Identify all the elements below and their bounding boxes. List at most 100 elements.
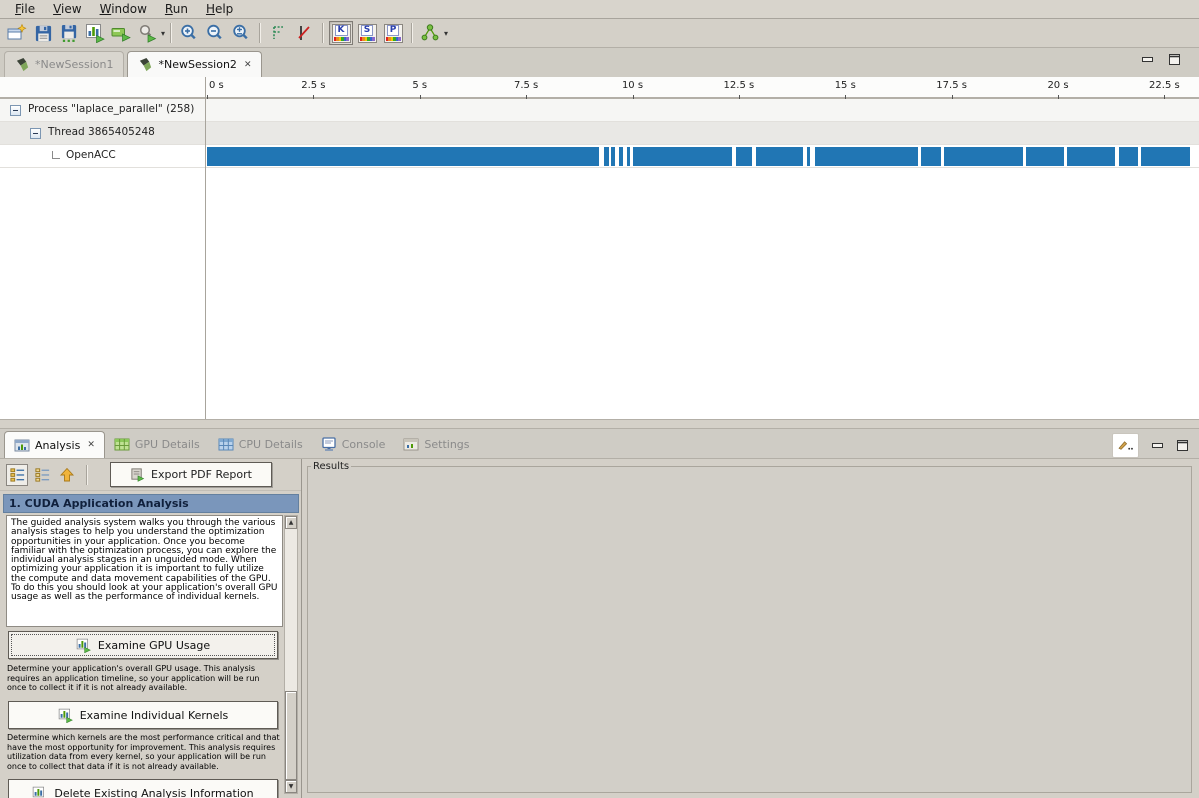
up-stage-arrow-icon[interactable] <box>56 464 78 486</box>
topology-icon[interactable] <box>418 21 442 45</box>
tab-console[interactable]: Console <box>312 431 395 458</box>
openacc-interval-bar[interactable] <box>921 147 941 166</box>
process-row[interactable]: Process "laplace_parallel" (258) <box>0 99 1199 122</box>
menu-file[interactable]: File <box>6 1 44 17</box>
bottom-tab-label: Settings <box>424 438 469 451</box>
close-icon[interactable]: ✕ <box>242 60 252 70</box>
thread-row[interactable]: Thread 3865405248 <box>0 122 1199 145</box>
run-analysis-icon[interactable] <box>109 21 133 45</box>
openacc-timeline-track[interactable] <box>205 145 1199 168</box>
thread-tree-label: Thread 3865405248 <box>48 126 155 138</box>
gpu-details-tab-icon <box>114 437 130 452</box>
collapse-icon[interactable] <box>30 128 41 139</box>
tab-newsession1[interactable]: *NewSession1 <box>4 51 124 77</box>
analysis-tab-icon <box>14 438 30 453</box>
bottom-tab-bar: Analysis ✕ GPU Details CPU Details Conso… <box>0 429 1199 459</box>
individual-kernels-description: Determine which kernels are the most per… <box>7 733 280 771</box>
stage-header: 1. CUDA Application Analysis <box>3 494 299 513</box>
openacc-interval-bar[interactable] <box>944 147 1022 166</box>
stream-mode-s-icon[interactable]: S <box>355 21 379 45</box>
cpu-details-tab-icon <box>218 437 234 452</box>
openacc-interval-bar[interactable] <box>633 147 731 166</box>
maximize-icon[interactable] <box>1168 54 1181 65</box>
openacc-interval-bar[interactable] <box>611 147 615 166</box>
menu-view[interactable]: View <box>44 1 90 17</box>
openacc-interval-bar[interactable] <box>1119 147 1138 166</box>
stage-description-body: The guided analysis system walks you thr… <box>11 518 277 602</box>
menu-bar: File View Window Run Help <box>0 0 1199 19</box>
report-icon <box>130 467 145 482</box>
results-panel: Results <box>302 459 1199 798</box>
openacc-tree-label: OpenACC <box>66 149 116 161</box>
tree-timeline-splitter[interactable] <box>205 77 206 419</box>
menu-window[interactable]: Window <box>91 1 156 17</box>
close-icon[interactable]: ✕ <box>85 440 95 450</box>
minimize-icon[interactable] <box>1151 440 1164 451</box>
results-groupbox: Results <box>307 461 1192 793</box>
openacc-interval-bar[interactable] <box>1026 147 1063 166</box>
topology-dropdown-icon[interactable]: ▾ <box>444 29 448 38</box>
openacc-interval-bar[interactable] <box>815 147 918 166</box>
unguided-analysis-view-icon[interactable] <box>31 464 53 486</box>
tab-analysis[interactable]: Analysis ✕ <box>4 431 105 458</box>
kernel-mode-k-icon[interactable]: K <box>329 21 353 45</box>
toolbar-separator <box>86 465 87 485</box>
new-session-icon[interactable] <box>5 21 29 45</box>
console-tab-icon <box>321 437 337 452</box>
scroll-up-icon[interactable]: ▲ <box>285 516 297 529</box>
bottom-tab-label: CPU Details <box>239 438 303 451</box>
ruler-tick-label: 17.5 s <box>936 80 967 91</box>
nvvp-window: { "menu": { "items": [ {"label":"File"},… <box>0 0 1199 798</box>
view-menu-pencil-icon[interactable] <box>1112 433 1139 458</box>
bottom-tab-label: GPU Details <box>135 438 200 451</box>
delete-existing-analysis-button[interactable]: Delete Existing Analysis Information <box>8 779 278 798</box>
openacc-row[interactable]: OpenACC <box>0 145 1199 168</box>
openacc-interval-bar[interactable] <box>756 147 803 166</box>
tab-newsession2[interactable]: *NewSession2 ✕ <box>127 51 262 77</box>
toolbar-separator <box>411 23 412 43</box>
horizontal-sash[interactable] <box>0 419 1199 428</box>
tab-cpu-details[interactable]: CPU Details <box>209 431 312 458</box>
openacc-interval-bar[interactable] <box>1141 147 1190 166</box>
chart-run-icon <box>76 638 91 653</box>
zoom-fit-icon[interactable] <box>229 21 253 45</box>
scroll-down-icon[interactable]: ▼ <box>285 780 297 793</box>
collapse-icon[interactable] <box>10 105 21 116</box>
tab-settings[interactable]: Settings <box>394 431 478 458</box>
openacc-interval-bar[interactable] <box>604 147 609 166</box>
minimize-icon[interactable] <box>1141 54 1154 65</box>
openacc-interval-bar[interactable] <box>627 147 631 166</box>
save-icon[interactable] <box>31 21 55 45</box>
openacc-interval-bar[interactable] <box>807 147 810 166</box>
save-all-icon[interactable] <box>57 21 81 45</box>
examine-individual-kernels-button[interactable]: Examine Individual Kernels <box>8 701 278 729</box>
openacc-interval-bar[interactable] <box>619 147 623 166</box>
maximize-icon[interactable] <box>1176 440 1189 451</box>
export-pdf-report-button[interactable]: Export PDF Report <box>110 462 272 487</box>
zoom-out-icon[interactable] <box>203 21 227 45</box>
scrollbar-thumb[interactable] <box>285 691 297 780</box>
openacc-interval-bar[interactable] <box>1067 147 1115 166</box>
session-tab-bar: *NewSession1 *NewSession2 ✕ <box>0 48 1199 77</box>
examine-gpu-usage-button[interactable]: Examine GPU Usage <box>8 631 278 659</box>
menu-help[interactable]: Help <box>197 1 242 17</box>
collect-metrics-dropdown-icon[interactable]: ▾ <box>161 29 165 38</box>
time-ruler[interactable]: 0 s2.5 s5 s7.5 s10 s12.5 s15 s17.5 s20 s… <box>0 77 1199 99</box>
session-icon <box>15 57 30 72</box>
zoom-in-icon[interactable] <box>177 21 201 45</box>
openacc-interval-bar[interactable] <box>207 147 599 166</box>
generate-timeline-icon[interactable] <box>83 21 107 45</box>
menu-run[interactable]: Run <box>156 1 197 17</box>
process-mode-p-icon[interactable]: P <box>381 21 405 45</box>
analysis-scrollbar[interactable]: ▲ ▼ <box>284 515 298 794</box>
ruler-icon[interactable] <box>266 21 290 45</box>
marker-icon[interactable] <box>292 21 316 45</box>
settings-tab-icon <box>403 437 419 452</box>
guided-analysis-view-icon[interactable] <box>6 464 28 486</box>
individual-kernels-description-text: Determine which kernels are the most per… <box>7 733 280 771</box>
openacc-interval-bar[interactable] <box>736 147 752 166</box>
toolbar-separator <box>259 23 260 43</box>
tab-gpu-details[interactable]: GPU Details <box>105 431 209 458</box>
collect-metrics-icon[interactable] <box>135 21 159 45</box>
examine-individual-kernels-label: Examine Individual Kernels <box>80 709 229 722</box>
